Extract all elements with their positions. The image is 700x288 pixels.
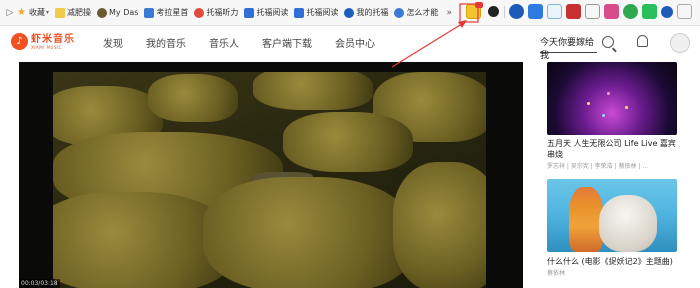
bookmark-item[interactable]: 怎么才能 — [394, 4, 438, 22]
firework — [587, 102, 590, 105]
shield-icon[interactable] — [623, 4, 638, 19]
bell-icon[interactable] — [637, 35, 648, 47]
search-input[interactable]: 今天你要嫁给我 — [540, 35, 597, 61]
bookmark-item[interactable]: 托福听力 — [194, 4, 238, 22]
extension-icon[interactable] — [642, 4, 657, 19]
star-icon: ★ — [17, 6, 26, 18]
bookmark-label: 托福阅读 — [256, 8, 289, 17]
extension-icon[interactable] — [547, 4, 562, 19]
site-icon — [294, 7, 305, 18]
logo-text: 虾米音乐 XIAMI MUSIC — [31, 34, 75, 50]
site-logo[interactable]: ♪ 虾米音乐 XIAMI MUSIC — [11, 33, 75, 50]
video-thumbnail[interactable] — [547, 179, 677, 252]
bookmark-label: 托福阅读 — [306, 8, 339, 17]
logo-name: 虾米音乐 — [31, 33, 75, 45]
bookmark-item[interactable]: 我的托福 — [344, 4, 388, 22]
firework — [625, 106, 628, 109]
site-icon — [344, 7, 355, 18]
bookmarks-bar: ▷ ★ 收藏 ▾ 减肥操 My Das 考拉星首 托福听力 托福阅读 托福阅读 … — [0, 0, 700, 26]
extension-icon[interactable] — [566, 4, 581, 19]
more-bookmarks-button[interactable]: » — [446, 8, 452, 18]
badge-icon — [475, 2, 483, 8]
site-icon — [97, 7, 108, 18]
search-icon[interactable] — [661, 5, 673, 18]
bookmark-favorites[interactable]: ★ 收藏 ▾ — [17, 4, 49, 22]
folder-icon — [55, 7, 66, 18]
bookmark-label: 考拉星首 — [156, 8, 189, 17]
bookmark-label: 怎么才能 — [406, 8, 439, 17]
site-icon — [144, 7, 155, 18]
video-artist: 罗志祥 | 吴宗宪 | 李荣浩 | 蔡依林 | ... — [547, 163, 649, 170]
playback-time: 00:03/03:18 — [19, 279, 60, 288]
logo-subtitle: XIAMI MUSIC — [31, 44, 62, 50]
video-thumbnail[interactable] — [547, 62, 677, 135]
nav-my-music[interactable]: 我的音乐 — [146, 35, 186, 50]
search-icon[interactable] — [602, 36, 614, 48]
nav-discover[interactable]: 发现 — [103, 35, 123, 50]
site-icon — [194, 7, 205, 18]
main-nav: 发现 我的音乐 音乐人 客户端下载 会员中心 — [103, 35, 398, 50]
bookmark-item[interactable]: 托福阅读 — [294, 4, 338, 22]
play-icon[interactable]: ▷ — [3, 8, 17, 18]
hedge — [393, 162, 486, 288]
hedge — [253, 72, 373, 110]
xiami-logo-icon: ♪ — [11, 33, 28, 50]
extension-toolbar — [462, 2, 692, 19]
list-item[interactable]: 什么什么 (电影《捉妖记2》主题曲) 蔡依林 — [547, 179, 677, 278]
scissors-icon[interactable] — [604, 4, 619, 19]
video-frame — [53, 72, 486, 288]
bookmark-item[interactable]: 减肥操 — [55, 4, 91, 22]
search-extension-icon[interactable] — [509, 4, 524, 19]
bookmark-label: 收藏 — [29, 8, 45, 17]
site-header: ♪ 虾米音乐 XIAMI MUSIC 发现 我的音乐 音乐人 客户端下载 会员中… — [0, 27, 700, 61]
video-title[interactable]: 什么什么 (电影《捉妖记2》主题曲) — [547, 256, 677, 267]
video-artist: 蔡依林 — [547, 270, 566, 277]
hedge — [203, 177, 413, 288]
nav-artists[interactable]: 音乐人 — [209, 35, 239, 50]
bookmark-label: 托福听力 — [206, 8, 239, 17]
video-title[interactable]: 五月天 人生无限公司 Life Live 嘉宾串烧 — [547, 138, 677, 160]
nav-vip-center[interactable]: 会员中心 — [335, 35, 375, 50]
firework — [607, 92, 610, 95]
bookmark-item[interactable]: My Das — [97, 4, 138, 22]
highlighted-extension-icon[interactable] — [466, 2, 483, 19]
video-player[interactable]: 00:03/03:18 — [19, 62, 523, 288]
bookmark-label: 减肥操 — [67, 8, 92, 17]
nav-client-download[interactable]: 客户端下载 — [262, 35, 312, 50]
divider — [504, 5, 505, 18]
site-icon — [244, 7, 255, 18]
firework — [602, 114, 605, 117]
menu-icon[interactable] — [677, 4, 692, 19]
figure — [569, 187, 603, 252]
related-videos: 五月天 人生无限公司 Life Live 嘉宾串烧 罗志祥 | 吴宗宪 | 李荣… — [547, 62, 677, 278]
list-item[interactable]: 五月天 人生无限公司 Life Live 嘉宾串烧 罗志祥 | 吴宗宪 | 李荣… — [547, 62, 677, 171]
bookmark-item[interactable]: 考拉星首 — [144, 4, 188, 22]
site-icon — [394, 7, 405, 18]
extension-icon[interactable] — [585, 4, 600, 19]
hedge — [283, 112, 413, 172]
chevron-down-icon: ▾ — [46, 9, 50, 16]
hedge — [148, 74, 238, 122]
figure — [599, 195, 657, 252]
avatar[interactable] — [670, 33, 690, 53]
extension-icon[interactable] — [488, 6, 499, 17]
bookmark-label: 我的托福 — [356, 8, 389, 17]
bookmark-item[interactable]: 托福阅读 — [244, 4, 288, 22]
bookmark-label: My Das — [109, 8, 139, 17]
extension-icon[interactable] — [528, 4, 543, 19]
